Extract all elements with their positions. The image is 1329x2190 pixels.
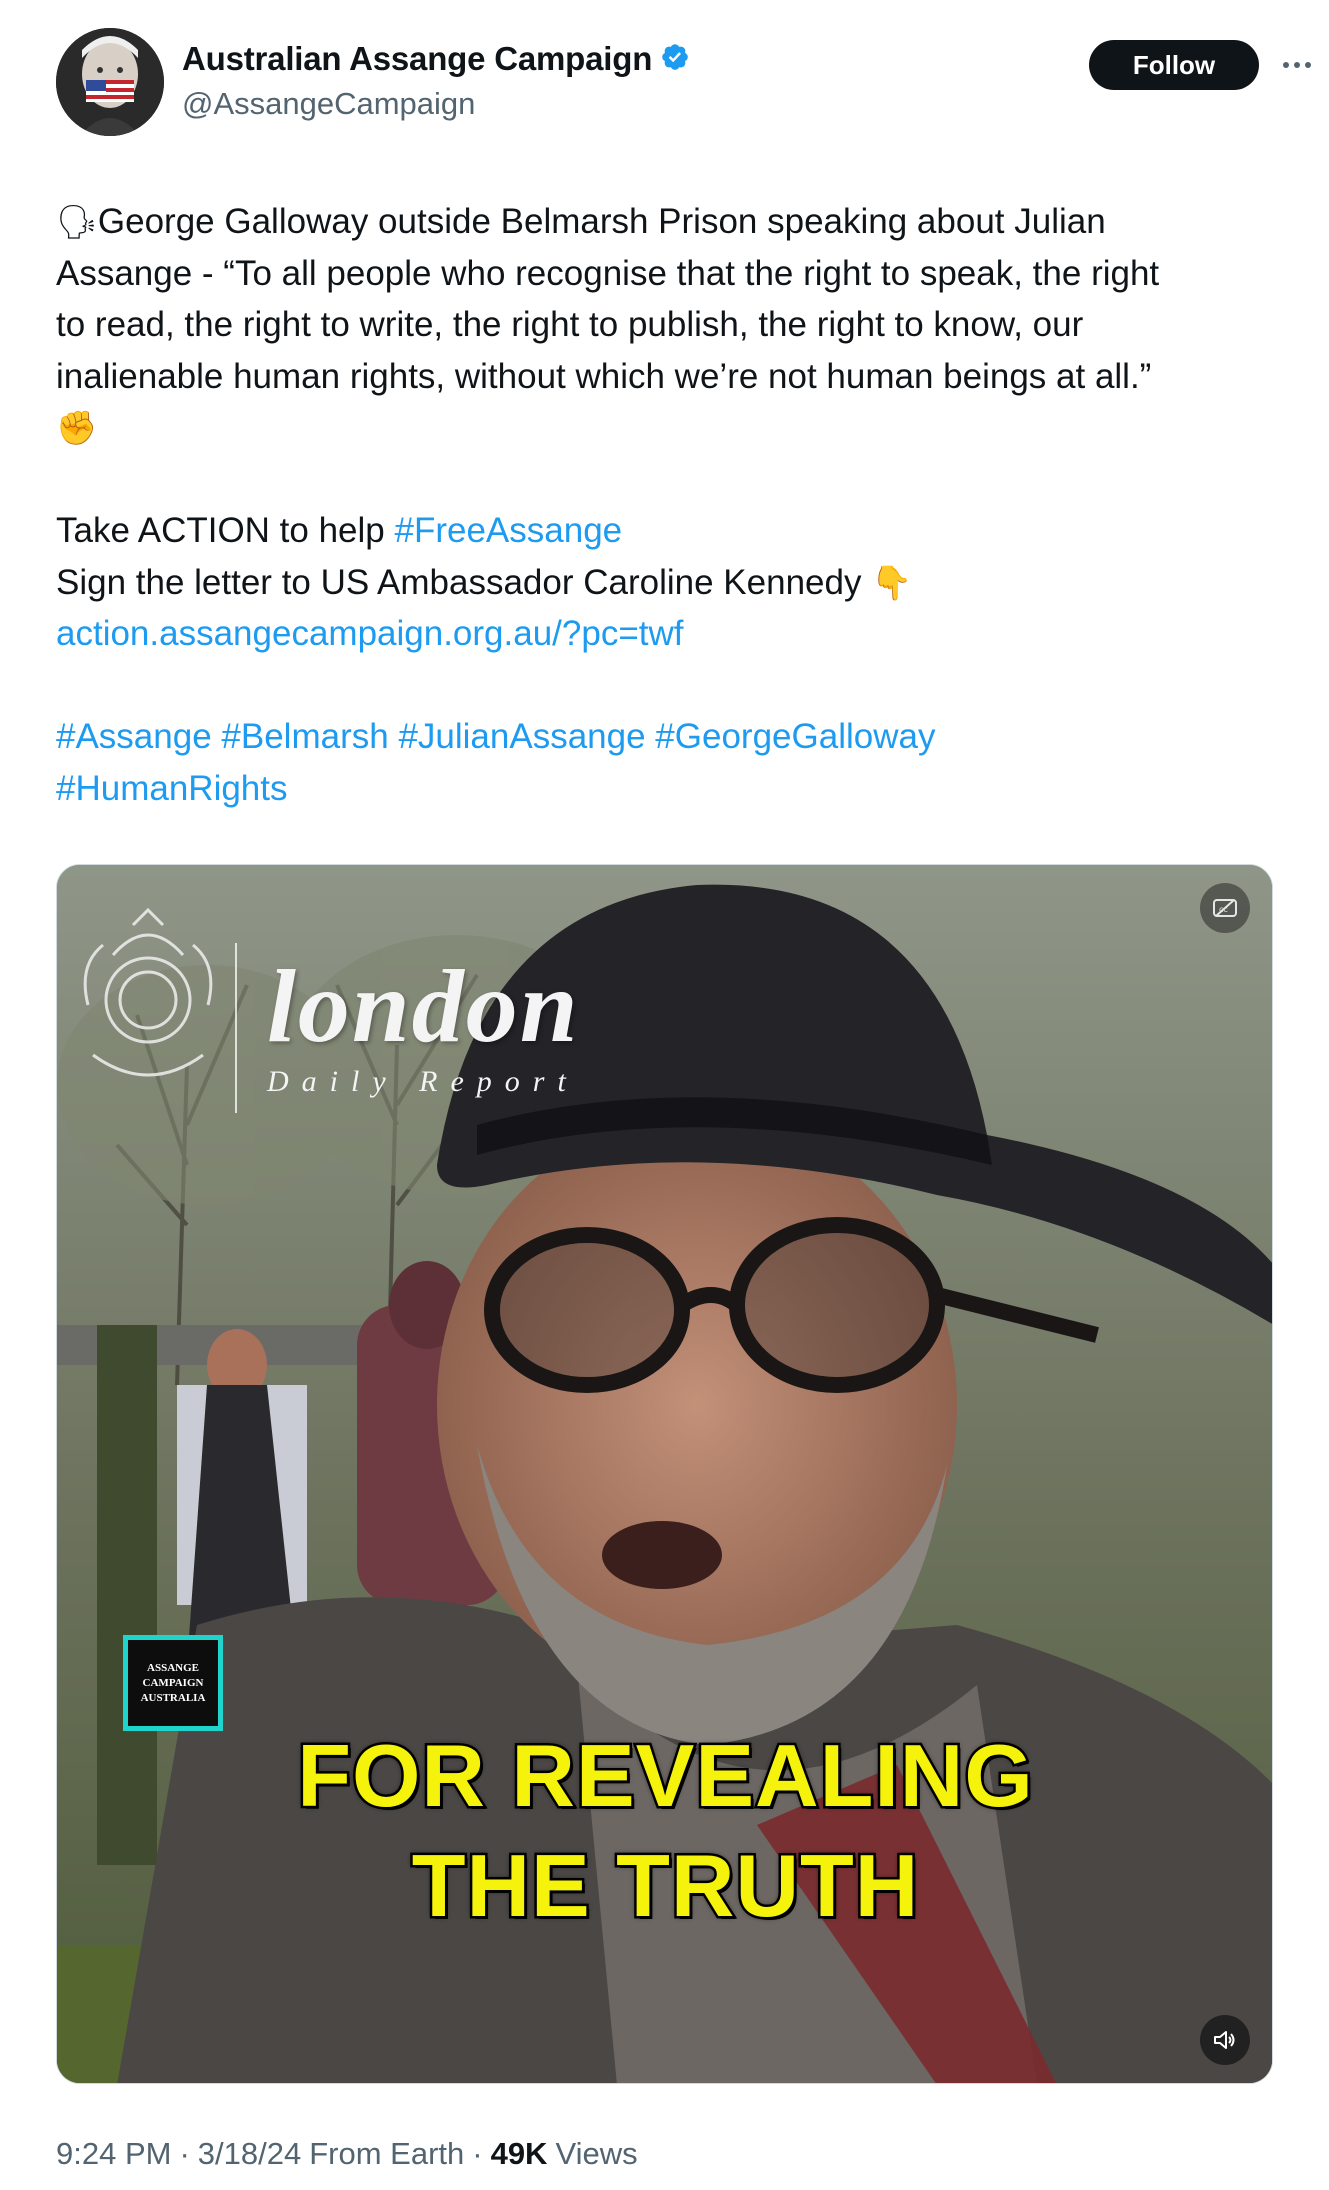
hashtag-link[interactable]: #HumanRights <box>56 769 288 808</box>
meta-separator: · <box>472 2136 483 2171</box>
tweet-text: 🗣George Galloway outside Belmarsh Prison… <box>56 196 1276 814</box>
logo-subtitle: Daily Report <box>267 1065 579 1098</box>
tweet-text-line: inalienable human rights, without which … <box>56 356 1152 396</box>
hashtag-link[interactable]: #JulianAssange <box>398 717 645 756</box>
assange-campaign-badge: ASSANGE CAMPAIGN AUSTRALIA <box>123 1635 223 1731</box>
video-caption-line-2: THE TRUTH <box>409 1834 921 1938</box>
meta-separator: · <box>179 2136 190 2171</box>
hashtag-link[interactable]: #GeorgeGalloway <box>655 717 935 756</box>
author-handle[interactable]: @AssangeCampaign <box>182 86 475 122</box>
badge-line: ASSANGE <box>147 1661 199 1674</box>
views-label: Views <box>555 2136 638 2171</box>
follow-button[interactable]: Follow <box>1089 40 1259 90</box>
raised-fist-emoji: ✊ <box>56 408 98 447</box>
tweet-date[interactable]: 3/18/24 <box>198 2136 301 2172</box>
verified-badge-icon <box>660 42 690 77</box>
tweet-text-line: to read, the right to write, the right t… <box>56 305 1084 344</box>
action-text: Take ACTION to help <box>56 511 395 550</box>
volume-muted-icon[interactable] <box>1200 2015 1250 2065</box>
badge-line: CAMPAIGN <box>142 1676 204 1689</box>
video-player[interactable]: london Daily Report ASSANGE CAMPAIGN AUS… <box>56 864 1273 2084</box>
pointing-down-emoji: 👇 <box>871 562 913 602</box>
tweet-time[interactable]: 9:24 PM <box>56 2136 171 2172</box>
video-caption-line-1: FOR REVEALING <box>295 1724 1036 1828</box>
sign-letter-text: Sign the letter to US Ambassador Carolin… <box>56 562 872 602</box>
tweet-text-line: Assange - “To all people who recognise t… <box>56 253 1160 293</box>
tweet-meta: 9:24 PM · 3/18/24 From Earth · 49K Views <box>56 2136 638 2172</box>
avatar[interactable] <box>56 28 164 136</box>
tweet-text-line: George Galloway outside Belmarsh Prison … <box>97 202 1106 241</box>
captions-off-icon[interactable]: cc <box>1200 883 1250 933</box>
tweet-header: Australian Assange Campaign @AssangeCamp… <box>56 28 1311 140</box>
london-daily-report-logo: london Daily Report <box>267 955 580 1099</box>
views-count[interactable]: 49K <box>491 2136 548 2172</box>
svg-text:cc: cc <box>1219 905 1228 914</box>
more-options-icon[interactable] <box>1277 50 1317 80</box>
badge-line: AUSTRALIA <box>140 1691 206 1704</box>
author-display-name[interactable]: Australian Assange Campaign <box>182 40 652 78</box>
speaking-head-emoji: 🗣 <box>56 202 98 241</box>
campaign-url-link[interactable]: action.assangecampaign.org.au/?pc=twf <box>56 614 684 653</box>
logo-title: london <box>267 949 580 1064</box>
royal-crest-logo <box>73 905 223 1115</box>
hashtag-link[interactable]: #FreeAssange <box>394 511 622 550</box>
logo-divider <box>235 943 237 1113</box>
hashtag-link[interactable]: #Belmarsh <box>221 717 388 756</box>
hashtag-link[interactable]: #Assange <box>56 717 212 756</box>
tweet-source: From Earth <box>309 2136 465 2171</box>
